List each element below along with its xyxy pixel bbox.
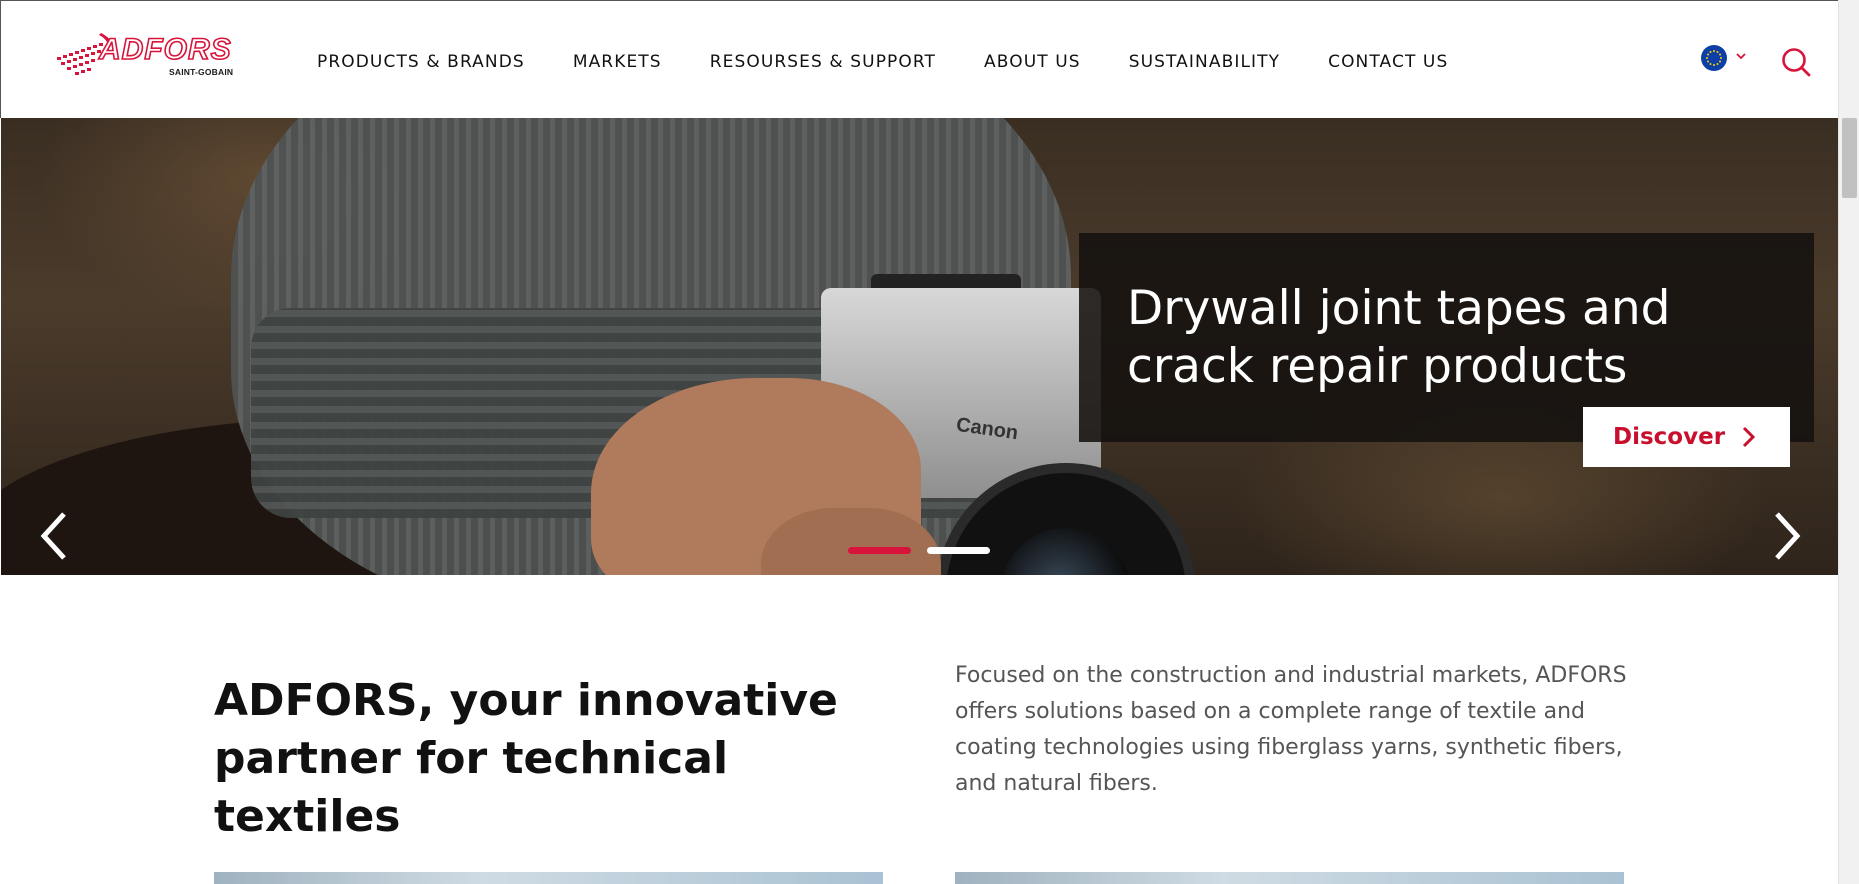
discover-button[interactable]: Discover: [1583, 407, 1790, 467]
chevron-right-icon: [1742, 426, 1756, 448]
logo-subtext: SAINT-GOBAIN: [169, 67, 234, 77]
carousel-next-icon[interactable]: [1765, 508, 1805, 564]
intro-description: Focused on the construction and industri…: [955, 663, 1627, 796]
page-scrollbar[interactable]: [1838, 0, 1859, 884]
chevron-down-icon: [1736, 53, 1746, 60]
card-image-2[interactable]: [955, 872, 1624, 884]
nav-item-markets[interactable]: MARKETS: [573, 52, 662, 72]
logo-wordmark: ADFORS: [98, 32, 232, 67]
carousel-dot-1[interactable]: [848, 547, 911, 554]
scrollbar-thumb[interactable]: [1842, 118, 1857, 198]
language-selector[interactable]: [1701, 45, 1751, 71]
search-icon[interactable]: [1780, 46, 1812, 78]
carousel-prev-icon[interactable]: [36, 508, 76, 564]
main-nav: PRODUCTS & BRANDS MARKETS RESOURSES & SU…: [317, 52, 1496, 72]
discover-button-label: Discover: [1613, 424, 1726, 450]
adfors-logo[interactable]: ADFORS SAINT-GOBAIN: [55, 29, 235, 79]
eu-flag-icon: [1701, 45, 1727, 71]
intro-title: ADFORS, your innovative partner for tech…: [214, 675, 838, 842]
nav-item-contact-us[interactable]: CONTACT US: [1328, 52, 1448, 72]
nav-item-products-brands[interactable]: PRODUCTS & BRANDS: [317, 52, 525, 72]
nav-item-resources-support[interactable]: RESOURSES & SUPPORT: [710, 52, 936, 72]
carousel-dot-2[interactable]: [927, 547, 990, 554]
site-header: ADFORS SAINT-GOBAIN PRODUCTS & BRANDS MA…: [0, 0, 1838, 118]
nav-item-sustainability[interactable]: SUSTAINABILITY: [1129, 52, 1280, 72]
hero-title: Drywall joint tapes and crack repair pro…: [1127, 281, 1671, 394]
nav-item-about-us[interactable]: ABOUT US: [984, 52, 1081, 72]
card-image-1[interactable]: [214, 872, 883, 884]
